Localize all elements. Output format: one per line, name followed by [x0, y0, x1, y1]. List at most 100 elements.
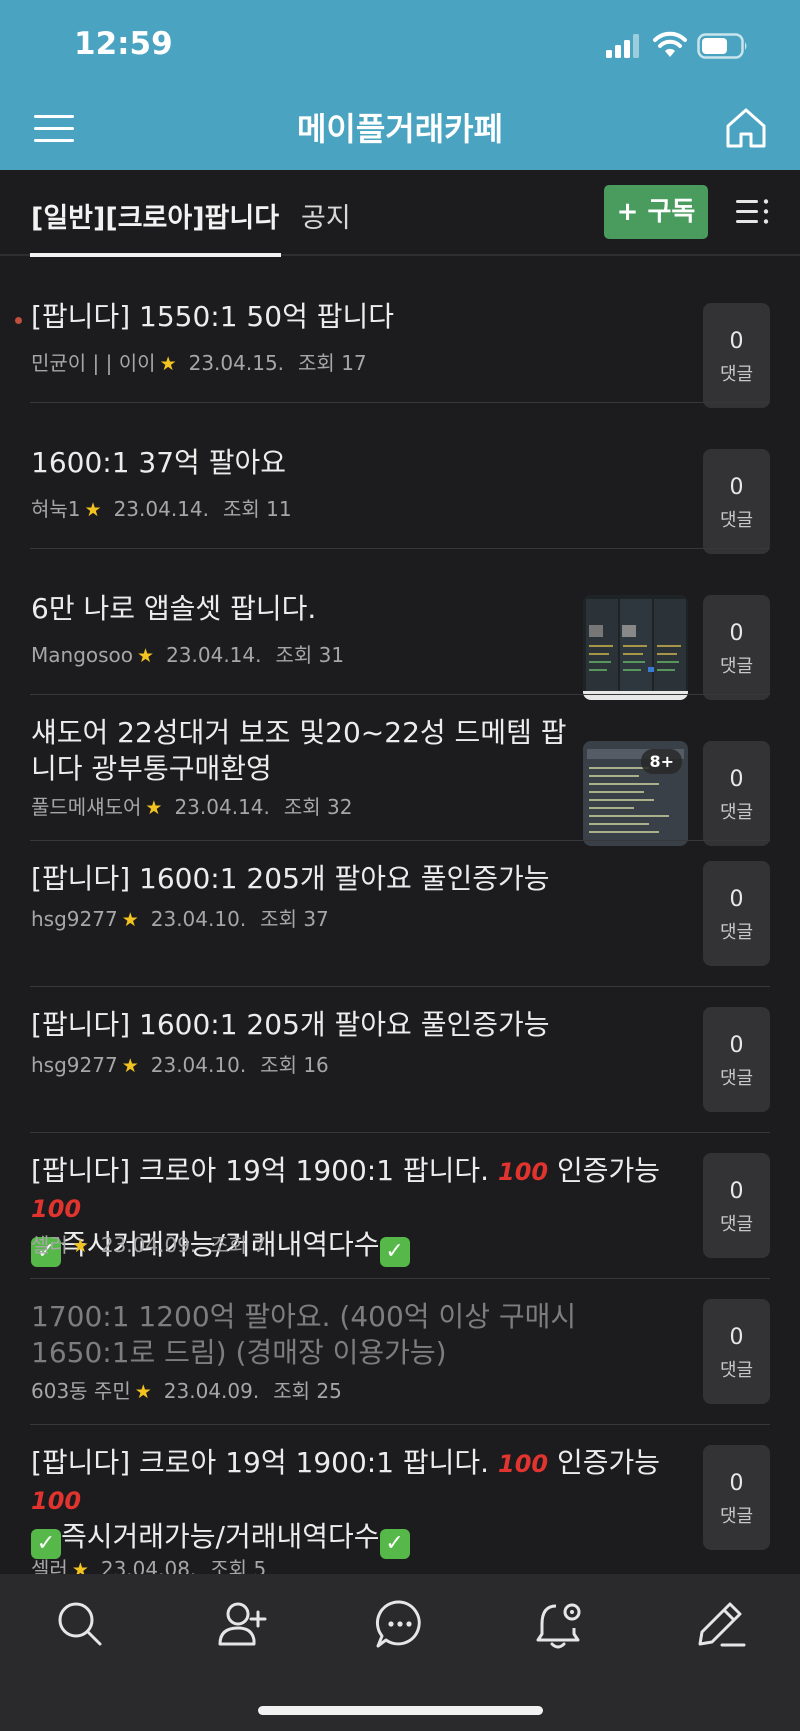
post-meta: 셀러 ★ 23.04.08. 조회 5	[31, 1553, 266, 1574]
list-item[interactable]: [팝니다] 크로아 19억 1900:1 팝니다. 100 인증가능 100 ✓…	[0, 1425, 800, 1574]
post-meta: hsg9277 ★ 23.04.10. 조회 16	[31, 1049, 329, 1078]
post-thumbnail[interactable]	[583, 595, 688, 700]
comment-count-button[interactable]: 0 댓글	[703, 1299, 770, 1404]
post-views: 조회 7	[210, 1233, 267, 1257]
notification-settings-icon[interactable]	[534, 1598, 586, 1650]
comment-count: 0	[729, 1179, 744, 1204]
comment-label: 댓글	[719, 1214, 754, 1235]
comment-count-button[interactable]: 0 댓글	[703, 741, 770, 846]
new-post-dot	[15, 317, 22, 324]
star-icon: ★	[137, 645, 155, 667]
comment-label: 댓글	[719, 922, 754, 943]
check-mark-icon: ✓	[379, 1237, 410, 1267]
post-title: 6만 나로 앱솔셋 팝니다.	[31, 592, 317, 625]
post-title: [팝니다] 1550:1 50억 팝니다	[31, 300, 395, 333]
post-thumbnail[interactable]: 8+	[583, 741, 688, 846]
post-views: 조회 31	[275, 643, 345, 667]
list-item[interactable]: [팝니다] 크로아 19억 1900:1 팝니다. 100 인증가능 100 ✓…	[0, 1133, 800, 1279]
tab-general-sell[interactable]: [일반][크로아]팝니다	[29, 196, 282, 257]
star-icon: ★	[145, 797, 163, 819]
post-meta: 셀러 ★ 23.04.09. 조회 7	[31, 1229, 266, 1258]
list-item[interactable]: [팝니다] 1600:1 205개 팔아요 풀인증가능 hsg9277 ★ 23.0…	[0, 841, 800, 987]
search-icon[interactable]	[54, 1598, 106, 1650]
post-views: 조회 37	[260, 907, 329, 931]
chat-icon[interactable]	[374, 1598, 426, 1650]
post-views: 조회 25	[273, 1379, 342, 1403]
comment-count-button[interactable]: 0 댓글	[703, 303, 770, 408]
comment-count-button[interactable]: 0 댓글	[703, 1007, 770, 1112]
list-item[interactable]: 1600:1 37억 팔아요 혀눅1 ★ 23.04.14. 조회 11 0 댓글	[0, 403, 800, 554]
hundred-points-icon: 100	[31, 1195, 82, 1223]
hundred-points-icon: 100	[498, 1158, 549, 1186]
list-item[interactable]: [팝니다] 1550:1 50억 팝니다 민균이 | | 이이 ★ 23.04.15…	[0, 257, 800, 408]
comment-count-button[interactable]: 0 댓글	[703, 1445, 770, 1550]
post-list: [팝니다] 1550:1 50억 팝니다 민균이 | | 이이 ★ 23.04.15…	[0, 257, 800, 1574]
comment-count-button[interactable]: 0 댓글	[703, 449, 770, 554]
post-date: 23.04.09.	[100, 1233, 197, 1257]
list-view-icon[interactable]	[736, 196, 770, 228]
comment-label: 댓글	[719, 510, 754, 531]
status-bar: 12:59	[0, 0, 800, 90]
post-date: 23.04.10.	[150, 907, 247, 931]
post-date: 23.04.14.	[174, 795, 270, 819]
list-item[interactable]: 1700:1 1200억 팔아요. (400억 이상 구매시 1650:1로 드…	[0, 1279, 800, 1425]
post-title: [팝니다] 1600:1 205개 팔아요 풀인증가능	[31, 1008, 550, 1041]
comment-count-button[interactable]: 0 댓글	[703, 861, 770, 966]
post-author: 셀러	[31, 1233, 68, 1257]
top-bar: 12:59 메이플거래카페	[0, 0, 800, 170]
board-tabs: [일반][크로아]팝니다 공지 + 구독	[0, 170, 800, 257]
comment-count: 0	[729, 767, 744, 792]
star-icon: ★	[134, 1381, 152, 1403]
tab-notice[interactable]: 공지	[301, 196, 351, 235]
post-title-part: [팝니다] 크로아 19억 1900:1 팝니다.	[31, 1446, 490, 1479]
write-post-icon[interactable]	[696, 1598, 748, 1650]
post-author: 603동 주민	[31, 1379, 131, 1403]
post-date: 23.04.08.	[100, 1557, 197, 1574]
list-item[interactable]: [팝니다] 1600:1 205개 팔아요 풀인증가능 hsg9277 ★ 23.0…	[0, 987, 800, 1133]
post-views: 조회 11	[223, 497, 292, 521]
star-icon: ★	[159, 353, 177, 375]
post-author: 셀러	[31, 1557, 68, 1574]
subscribe-button[interactable]: + 구독	[604, 185, 708, 239]
screenshot-thumbnail-icon	[583, 595, 688, 700]
post-title: [팝니다] 1600:1 205개 팔아요 풀인증가능	[31, 862, 550, 895]
post-meta: 풀드메섀도어 ★ 23.04.14. 조회 32	[31, 791, 352, 820]
hundred-points-icon: 100	[498, 1450, 549, 1478]
comment-label: 댓글	[719, 656, 754, 677]
post-title: 섀도어 22성대거 보조 및20~22성 드메템 팝니다 광부통구매환영	[31, 716, 567, 785]
list-item[interactable]: 6만 나로 앱솔셋 팝니다. Mangosoo ★ 23.04.14. 조회 31	[0, 549, 800, 700]
post-title-part: 인증가능	[557, 1154, 661, 1187]
home-icon[interactable]	[724, 106, 768, 150]
comment-count: 0	[729, 1471, 744, 1496]
check-mark-icon: ✓	[379, 1529, 410, 1559]
post-date: 23.04.14.	[113, 497, 209, 521]
post-views: 조회 32	[283, 795, 353, 819]
star-icon: ★	[84, 499, 102, 521]
star-icon: ★	[71, 1559, 89, 1574]
comment-count: 0	[729, 329, 744, 354]
post-title-part: 인증가능	[557, 1446, 661, 1479]
star-icon: ★	[71, 1235, 89, 1257]
post-views: 조회 5	[210, 1557, 267, 1574]
post-author: 혀눅1	[31, 497, 81, 521]
post-date: 23.04.10.	[150, 1053, 247, 1077]
comment-count-button[interactable]: 0 댓글	[703, 1153, 770, 1258]
post-views: 조회 17	[298, 351, 367, 375]
comment-label: 댓글	[719, 1506, 754, 1527]
list-item[interactable]: 섀도어 22성대거 보조 및20~22성 드메템 팝니다 광부통구매환영 풀드메…	[0, 695, 800, 846]
post-title: [팝니다] 크로아 19억 1900:1 팝니다. 100 인증가능 100 ✓…	[31, 1445, 671, 1559]
hundred-points-icon: 100	[31, 1487, 82, 1515]
app-header: 메이플거래카페	[0, 90, 800, 170]
post-date: 23.04.09.	[163, 1379, 260, 1403]
comment-label: 댓글	[719, 802, 754, 823]
comment-count: 0	[729, 887, 744, 912]
add-member-icon[interactable]	[216, 1598, 268, 1650]
wifi-icon	[653, 31, 687, 57]
status-time: 12:59	[74, 26, 173, 62]
post-title-part: [팝니다] 크로아 19억 1900:1 팝니다.	[31, 1154, 490, 1187]
star-icon: ★	[121, 909, 139, 931]
comment-count-button[interactable]: 0 댓글	[703, 595, 770, 700]
comment-label: 댓글	[719, 1360, 754, 1381]
battery-icon	[697, 33, 747, 59]
post-views: 조회 16	[260, 1053, 329, 1077]
